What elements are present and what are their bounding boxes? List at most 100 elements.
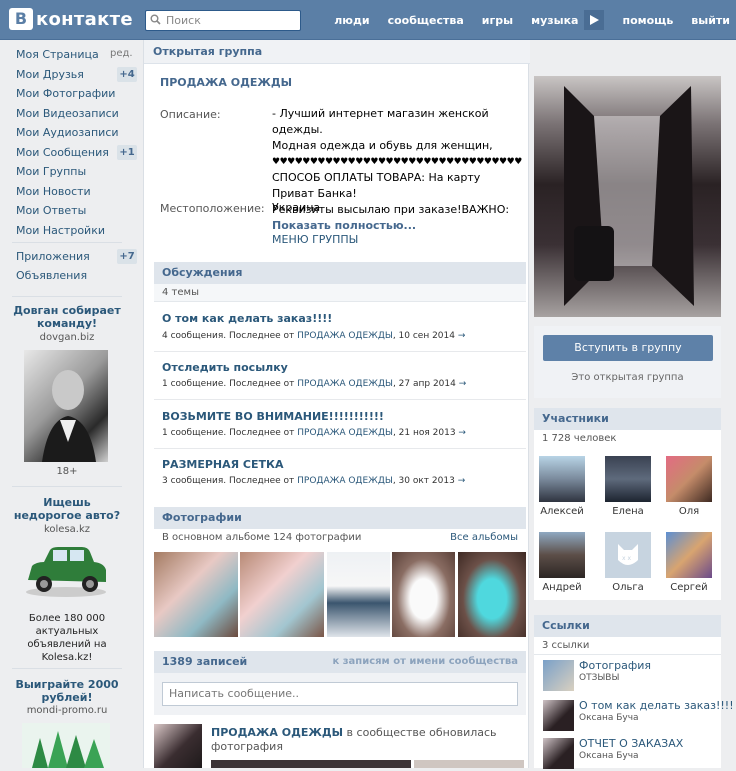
link-thumb[interactable] <box>543 700 574 731</box>
discussions-header[interactable]: Обсуждения <box>154 262 526 284</box>
link-item[interactable]: О том как делать заказ!!!! Оксана Буча <box>543 700 734 731</box>
member-avatar[interactable] <box>539 456 585 502</box>
member[interactable]: Сергей <box>665 532 713 593</box>
friends-count-badge[interactable]: +4 <box>117 67 137 82</box>
menu-my-page[interactable]: Моя Страница <box>16 48 99 61</box>
link-title[interactable]: ОТЧЕТ О ЗАКАЗАХ <box>579 738 683 750</box>
link-item[interactable]: ОТЧЕТ О ЗАКАЗАХ Оксана Буча <box>543 738 683 769</box>
link-thumb[interactable] <box>543 660 574 691</box>
arrow-icon[interactable]: → <box>458 476 466 486</box>
topic-author-link[interactable]: ПРОДАЖА ОДЕЖДЫ <box>297 428 393 438</box>
arrow-icon[interactable]: → <box>458 331 466 341</box>
member-avatar[interactable] <box>666 532 712 578</box>
member-avatar[interactable] <box>605 456 651 502</box>
member-avatar[interactable] <box>539 532 585 578</box>
member-name[interactable]: Ольга <box>612 582 644 593</box>
post-image[interactable] <box>414 760 524 768</box>
logo-box: В <box>9 8 33 30</box>
ad1-image[interactable] <box>24 350 108 462</box>
apps-count-badge[interactable]: +7 <box>117 249 137 264</box>
ad2-title[interactable]: Ищешь недорогое авто? <box>12 496 122 522</box>
member-name[interactable]: Елена <box>612 506 644 517</box>
join-group-button[interactable]: Вступить в группу <box>543 335 713 361</box>
topic-title[interactable]: ВОЗЬМИТЕ ВО ВНИМАНИЕ!!!!!!!!!!! <box>162 410 384 423</box>
vk-logo[interactable]: В контакте <box>9 8 133 30</box>
arrow-icon[interactable]: → <box>458 428 466 438</box>
photo-thumb[interactable] <box>154 552 238 637</box>
photo-thumb[interactable] <box>392 552 455 637</box>
group-menu-link[interactable]: МЕНЮ ГРУППЫ <box>272 232 522 248</box>
nav-help[interactable]: помощь <box>622 14 673 27</box>
post-avatar[interactable] <box>154 724 202 768</box>
ad3-image[interactable] <box>22 723 110 768</box>
member-name[interactable]: Андрей <box>542 582 581 593</box>
desc-line: СПОСОБ ОПЛАТЫ ТОВАРА: На карту Приват Ба… <box>272 171 481 200</box>
edit-link[interactable]: ред. <box>110 48 133 59</box>
topic-author-link[interactable]: ПРОДАЖА ОДЕЖДЫ <box>297 476 393 486</box>
nav-communities[interactable]: сообщества <box>388 14 464 27</box>
member-name[interactable]: Алексей <box>540 506 584 517</box>
photos-header[interactable]: Фотографии <box>154 507 526 529</box>
member[interactable]: x x Ольга <box>604 532 652 593</box>
link-subtitle: ОТЗЫВЫ <box>579 673 620 683</box>
link-item[interactable]: Фотография ОТЗЫВЫ <box>543 660 651 691</box>
menu-groups[interactable]: Мои Группы <box>16 165 86 178</box>
right-sidebar: Вступить в группу Это открытая группа Уч… <box>529 40 736 769</box>
link-title[interactable]: Фотография <box>579 660 651 672</box>
photo-thumb[interactable] <box>458 552 526 637</box>
topic-title[interactable]: Отследить посылку <box>162 361 288 374</box>
member-name[interactable]: Сергей <box>670 582 707 593</box>
menu-apps[interactable]: Приложения <box>16 250 90 263</box>
member[interactable]: Елена <box>604 456 652 517</box>
link-thumb[interactable] <box>543 738 574 769</box>
members-header[interactable]: Участники <box>534 408 721 430</box>
main-column: Открытая группа ПРОДАЖА ОДЕЖДЫ Описание:… <box>143 40 530 768</box>
group-cover-photo[interactable] <box>534 76 721 317</box>
menu-ads[interactable]: Объявления <box>16 269 87 282</box>
wall-filter-link[interactable]: к записям от имени сообщества <box>332 656 518 667</box>
topic-author-link[interactable]: ПРОДАЖА ОДЕЖДЫ <box>297 379 393 389</box>
nav-games[interactable]: игры <box>482 14 513 27</box>
post-input[interactable]: Написать сообщение.. <box>162 682 518 706</box>
member[interactable]: Оля <box>665 456 713 517</box>
topic-title[interactable]: РАЗМЕРНАЯ СЕТКА <box>162 458 284 471</box>
nav-people[interactable]: люди <box>334 14 369 27</box>
menu-answers[interactable]: Мои Ответы <box>16 204 86 217</box>
photo-thumb[interactable] <box>327 552 390 637</box>
group-type-header: Открытая группа <box>144 40 530 64</box>
ad1-title[interactable]: Довган собирает команду! <box>12 304 122 330</box>
topic-meta: 1 сообщение. Последнее от ПРОДАЖА ОДЕЖДЫ… <box>162 428 466 438</box>
member[interactable]: Алексей <box>538 456 586 517</box>
topic-title[interactable]: О том как делать заказ!!!! <box>162 312 332 325</box>
nav-music[interactable]: музыка <box>531 14 578 27</box>
search-input[interactable]: Поиск <box>145 10 301 31</box>
menu-friends[interactable]: Мои Друзья <box>16 68 84 81</box>
member-avatar[interactable] <box>666 456 712 502</box>
ad1-age: 18+ <box>56 466 78 477</box>
menu-news[interactable]: Мои Новости <box>16 185 91 198</box>
photo-thumb[interactable] <box>240 552 324 637</box>
member[interactable]: Андрей <box>538 532 586 593</box>
all-albums-link[interactable]: Все альбомы <box>450 532 518 543</box>
topic-author-link[interactable]: ПРОДАЖА ОДЕЖДЫ <box>297 331 393 341</box>
ad2-car-image[interactable] <box>22 540 110 600</box>
member-name[interactable]: Оля <box>679 506 699 517</box>
arrow-icon[interactable]: → <box>459 379 467 389</box>
play-icon[interactable] <box>584 10 605 30</box>
discussions-count: 4 темы <box>154 284 526 302</box>
top-bar: В контакте Поиск люди сообщества игры му… <box>0 0 736 40</box>
menu-audio[interactable]: Мои Аудиозаписи <box>16 126 119 139</box>
menu-videos[interactable]: Мои Видеозаписи <box>16 107 119 120</box>
ad3-title[interactable]: Выиграйте 2000 рублей! <box>12 678 122 704</box>
topic-date: , 30 окт 2013 <box>392 476 455 486</box>
deactivated-dog-icon[interactable]: x x <box>605 532 651 578</box>
menu-messages[interactable]: Мои Сообщения <box>16 146 109 159</box>
nav-logout[interactable]: выйти <box>691 14 730 27</box>
messages-count-badge[interactable]: +1 <box>117 145 137 160</box>
post-author-link[interactable]: ПРОДАЖА ОДЕЖДЫ <box>211 726 343 739</box>
post-image[interactable] <box>211 760 411 768</box>
menu-photos[interactable]: Мои Фотографии <box>16 87 115 100</box>
menu-settings[interactable]: Мои Настройки <box>16 224 105 237</box>
link-title[interactable]: О том как делать заказ!!!! <box>579 700 734 712</box>
links-header[interactable]: Ссылки <box>534 615 721 637</box>
